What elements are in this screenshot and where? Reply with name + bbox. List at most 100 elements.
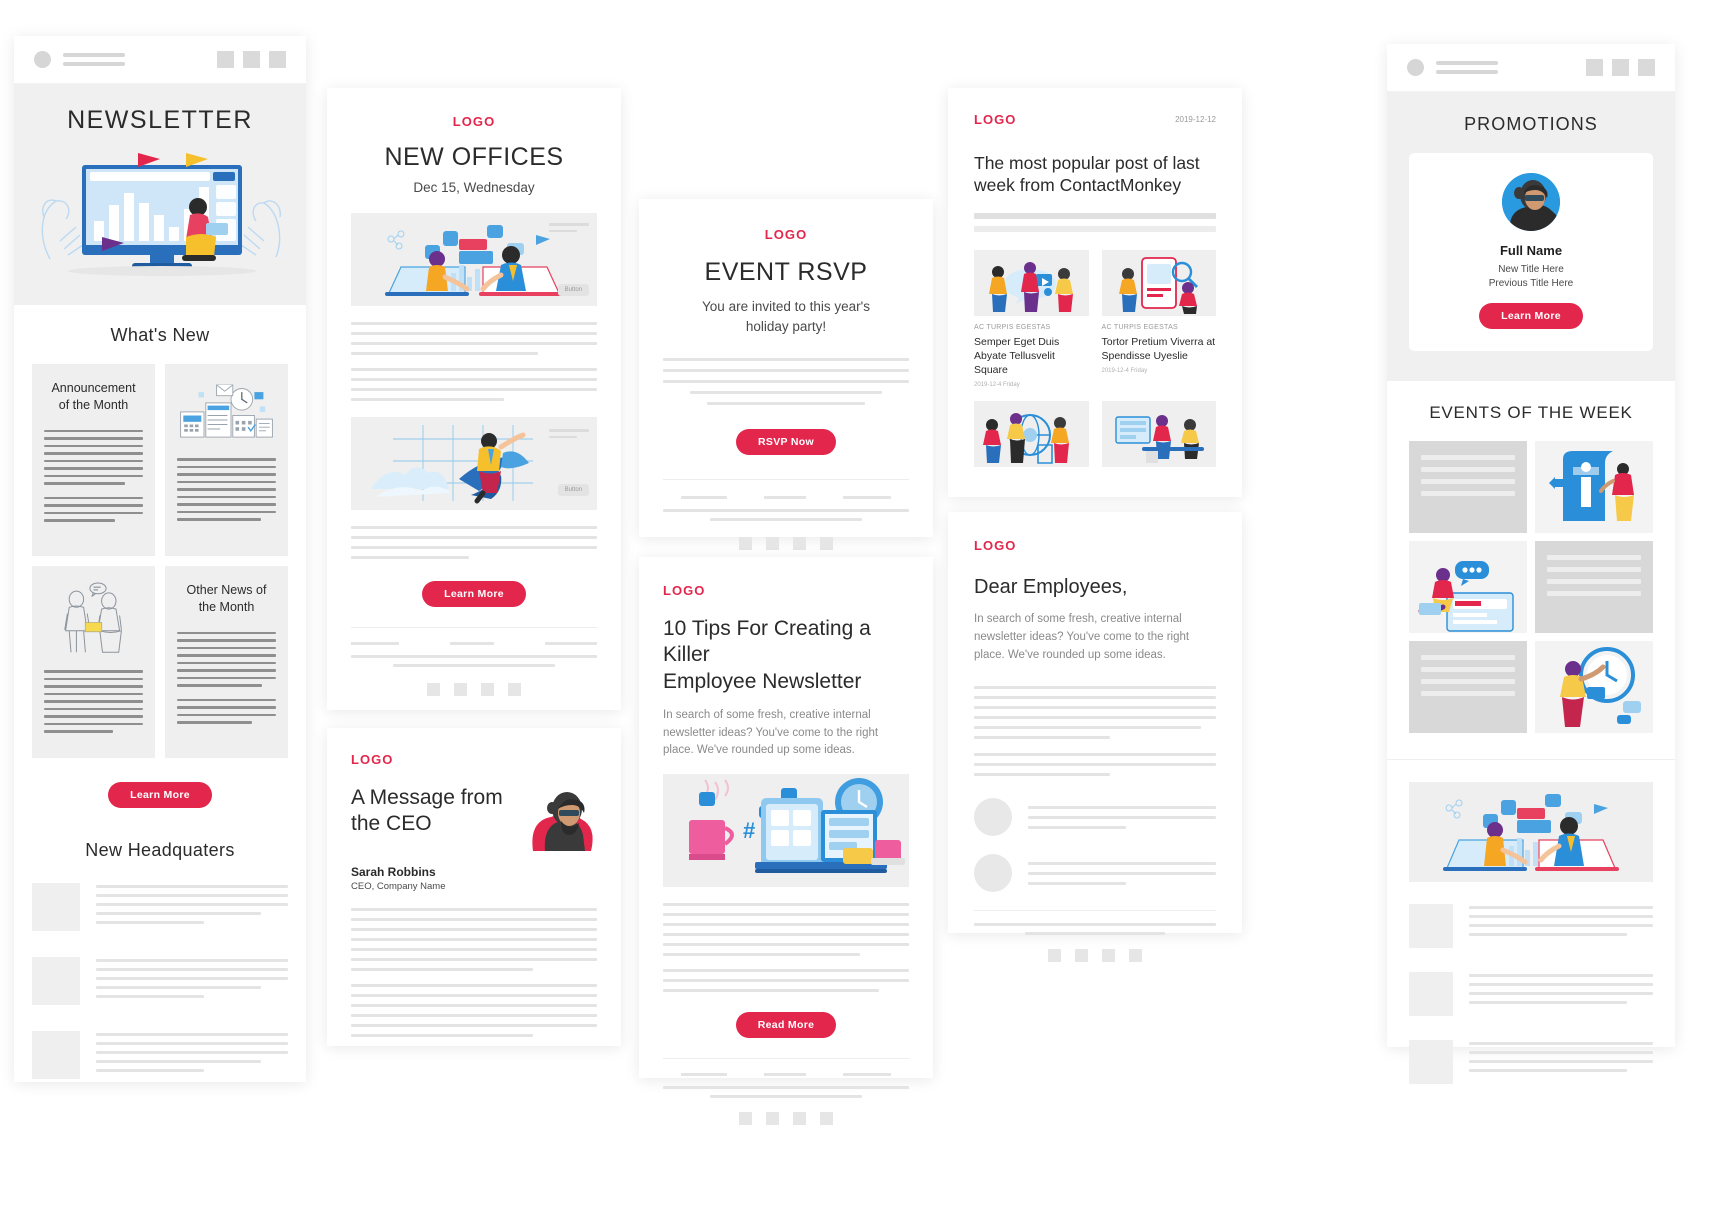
square-icon[interactable] bbox=[243, 51, 260, 68]
whats-new-tile[interactable] bbox=[165, 364, 288, 556]
list-item[interactable] bbox=[1409, 972, 1653, 1016]
card-footer bbox=[663, 1058, 909, 1126]
section-headquarters-title: New Headquaters bbox=[85, 840, 235, 860]
rsvp-now-button[interactable]: RSVP Now bbox=[735, 429, 836, 456]
event-cell-text[interactable] bbox=[1409, 441, 1527, 533]
list-item[interactable] bbox=[32, 883, 288, 931]
pager-dot[interactable] bbox=[739, 537, 752, 551]
events-section: EVENTS OF THE WEEK bbox=[1387, 381, 1675, 759]
article-item[interactable]: AC TURPIS EGESTAS Tortor Pretium Viverra… bbox=[1101, 249, 1216, 389]
square-icon[interactable] bbox=[1612, 59, 1629, 76]
card-footer bbox=[974, 910, 1216, 963]
new-offices-card[interactable]: LOGO NEW OFFICES Dec 15, Wednesday Butto… bbox=[327, 88, 621, 710]
chrome-window-buttons[interactable] bbox=[1586, 59, 1655, 76]
browser-chrome-bar bbox=[14, 36, 306, 84]
square-icon[interactable] bbox=[217, 51, 234, 68]
event-rsvp-card[interactable]: LOGO EVENT RSVP You are invited to this … bbox=[639, 199, 933, 551]
read-more-button[interactable]: Read More bbox=[735, 1012, 837, 1039]
image-button[interactable]: Button bbox=[557, 484, 589, 496]
list-item[interactable] bbox=[1409, 1040, 1653, 1084]
card-title: Dear Employees, bbox=[974, 576, 1128, 598]
dear-employees-card[interactable]: LOGO Dear Employees, In search of some f… bbox=[948, 512, 1242, 963]
whats-new-tile[interactable]: Announcement of the Month bbox=[32, 364, 155, 556]
pager-dot[interactable] bbox=[1075, 949, 1088, 963]
image-button[interactable]: Button bbox=[557, 284, 589, 296]
avatar-list bbox=[974, 798, 1216, 893]
event-cell-text[interactable] bbox=[1535, 541, 1653, 633]
popular-post-card[interactable]: LOGO 2019-12-12 The most popular post of… bbox=[948, 88, 1242, 497]
ceo-message-card[interactable]: LOGO A Message from the CEO Sarah Robbins… bbox=[327, 728, 621, 1046]
square-icon[interactable] bbox=[269, 51, 286, 68]
laptop-handshake-illustration[interactable] bbox=[1409, 782, 1653, 882]
promotions-section: PROMOTIONS Full Name New Title Here Prev… bbox=[1387, 92, 1675, 381]
woman-laptop-illustration[interactable] bbox=[1409, 541, 1527, 633]
pager-dot[interactable] bbox=[766, 537, 779, 551]
avatar bbox=[974, 854, 1012, 893]
laptop-handshake-illustration[interactable]: Button bbox=[351, 213, 597, 306]
learn-more-button[interactable]: Learn More bbox=[422, 581, 526, 607]
pager-dot[interactable] bbox=[1102, 949, 1115, 963]
devices-coffee-illustration[interactable]: # bbox=[663, 774, 909, 888]
person-name: Full Name bbox=[1499, 243, 1563, 258]
promotion-card[interactable]: Full Name New Title Here Previous Title … bbox=[1409, 153, 1653, 351]
card-subtitle: You are invited to this year's holiday pa… bbox=[702, 299, 870, 334]
info-sign-illustration[interactable] bbox=[1535, 441, 1653, 533]
pager-dots[interactable] bbox=[663, 1112, 909, 1126]
learn-more-button[interactable]: Learn More bbox=[1479, 303, 1583, 329]
whats-new-tile[interactable] bbox=[32, 566, 155, 758]
pager-dot[interactable] bbox=[427, 683, 440, 696]
list-item[interactable] bbox=[32, 1031, 288, 1079]
newsletter-browser-card[interactable]: NEWSLETTER What's New Announcement of th… bbox=[14, 36, 306, 1082]
square-icon[interactable] bbox=[1586, 59, 1603, 76]
placeholder-text-lines bbox=[351, 908, 597, 1037]
people-chat-bubble-illustration bbox=[974, 249, 1089, 316]
placeholder-text-lines bbox=[663, 903, 909, 993]
pager-dot[interactable] bbox=[508, 683, 521, 696]
list-item[interactable] bbox=[1409, 904, 1653, 948]
ceo-portrait-photo bbox=[527, 785, 597, 851]
placeholder-text-lines bbox=[974, 212, 1216, 232]
whats-new-tile[interactable]: Other News of the Month bbox=[165, 566, 288, 758]
pager-dot[interactable] bbox=[820, 1112, 833, 1126]
logo-text: LOGO bbox=[663, 583, 706, 598]
square-icon[interactable] bbox=[1638, 59, 1655, 76]
ten-tips-card[interactable]: LOGO 10 Tips For Creating a Killer Employ… bbox=[639, 557, 933, 1126]
pager-dot[interactable] bbox=[793, 537, 806, 551]
learn-more-button[interactable]: Learn More bbox=[108, 782, 212, 808]
pager-dot[interactable] bbox=[1048, 949, 1061, 963]
placeholder-text-lines bbox=[351, 322, 597, 401]
promotions-browser-card[interactable]: PROMOTIONS Full Name New Title Here Prev… bbox=[1387, 44, 1675, 1084]
placeholder-text-lines bbox=[1469, 1040, 1653, 1084]
pager-dots[interactable] bbox=[663, 537, 909, 551]
desk-meeting-illustration[interactable] bbox=[1101, 401, 1216, 468]
list-item[interactable] bbox=[974, 798, 1216, 837]
pager-dot[interactable] bbox=[820, 537, 833, 551]
logo-text: LOGO bbox=[974, 538, 1017, 553]
pager-dot[interactable] bbox=[793, 1112, 806, 1126]
pager-dots[interactable] bbox=[351, 683, 597, 696]
list-item[interactable] bbox=[974, 854, 1216, 893]
pager-dot[interactable] bbox=[481, 683, 494, 696]
globe-team-illustration[interactable] bbox=[974, 401, 1089, 468]
browser-chrome-bar bbox=[1387, 44, 1675, 92]
section-title: PROMOTIONS bbox=[1464, 114, 1598, 134]
card-footer bbox=[351, 627, 597, 696]
pager-dot[interactable] bbox=[766, 1112, 779, 1126]
article-item[interactable]: AC TURPIS EGESTAS Semper Eget Duis Abyat… bbox=[974, 249, 1089, 388]
placeholder-text-lines bbox=[96, 957, 288, 1005]
article-kicker: AC TURPIS EGESTAS bbox=[974, 323, 1051, 331]
pager-dots[interactable] bbox=[974, 949, 1216, 963]
circle-avatar-icon bbox=[34, 51, 51, 68]
event-cell-text[interactable] bbox=[1409, 641, 1527, 733]
chrome-window-buttons[interactable] bbox=[217, 51, 286, 68]
placeholder-text-lines bbox=[177, 458, 276, 521]
logo-text: LOGO bbox=[974, 112, 1017, 127]
rocket-man-illustration[interactable]: Button bbox=[351, 417, 597, 510]
headquarters-list bbox=[32, 883, 288, 1079]
clock-woman-illustration[interactable] bbox=[1535, 641, 1653, 733]
pager-dot[interactable] bbox=[739, 1112, 752, 1126]
pager-dot[interactable] bbox=[454, 683, 467, 696]
phone-search-illustration bbox=[1101, 249, 1216, 316]
pager-dot[interactable] bbox=[1129, 949, 1142, 963]
list-item[interactable] bbox=[32, 957, 288, 1005]
